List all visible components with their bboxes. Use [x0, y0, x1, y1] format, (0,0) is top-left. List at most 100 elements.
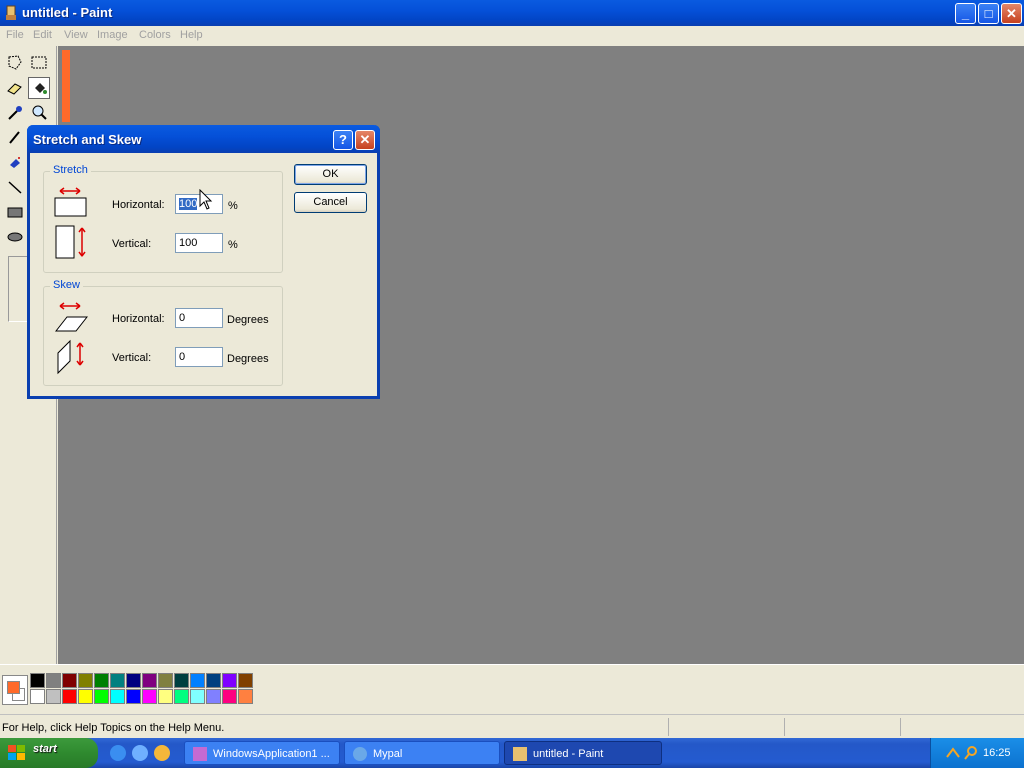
stretch-vertical-input[interactable]: 100: [175, 233, 223, 253]
ellipse-icon[interactable]: [4, 226, 26, 248]
palette-swatch[interactable]: [190, 673, 205, 688]
palette-swatch[interactable]: [142, 689, 157, 704]
palette-swatch[interactable]: [46, 673, 61, 688]
internet-explorer-icon[interactable]: [110, 745, 126, 761]
skew-group: Skew Horizontal: 0 Degrees Vertical: 0 D…: [43, 279, 283, 386]
stretch-legend: Stretch: [50, 164, 91, 176]
palette-swatch[interactable]: [62, 689, 77, 704]
windows-flag-icon: [8, 745, 25, 760]
skew-horizontal-input[interactable]: 0: [175, 308, 223, 328]
title-bar: untitled - Paint _ □ ✕: [0, 0, 1024, 26]
menu-file[interactable]: File: [6, 29, 24, 41]
skew-horizontal-unit: Degrees: [227, 314, 269, 326]
palette-swatch[interactable]: [174, 673, 189, 688]
palette-swatch[interactable]: [62, 673, 77, 688]
menu-colors[interactable]: Colors: [139, 29, 171, 41]
drawing-canvas[interactable]: [62, 50, 70, 122]
palette-swatch[interactable]: [30, 689, 45, 704]
airbrush-icon[interactable]: [4, 151, 26, 173]
rect-select-icon[interactable]: [28, 52, 50, 74]
tray-app-icon[interactable]: [945, 745, 961, 761]
menu-view[interactable]: View: [64, 29, 88, 41]
help-button[interactable]: ?: [333, 130, 353, 150]
palette-swatch[interactable]: [238, 673, 253, 688]
dialog-close-button[interactable]: ✕: [355, 130, 375, 150]
ok-button[interactable]: OK: [294, 164, 367, 185]
palette-swatch[interactable]: [158, 673, 173, 688]
palette-swatch[interactable]: [206, 673, 221, 688]
outlook-express-icon[interactable]: [132, 745, 148, 761]
palette-swatch[interactable]: [126, 689, 141, 704]
fill-bucket-icon[interactable]: [28, 77, 50, 99]
task-label: Mypal: [373, 748, 403, 760]
palette-swatch[interactable]: [110, 673, 125, 688]
stretch-vertical-label: Vertical:: [112, 238, 152, 250]
visual-studio-icon: [193, 747, 207, 761]
palette-swatch[interactable]: [206, 689, 221, 704]
pencil-icon[interactable]: [4, 127, 26, 149]
skew-legend: Skew: [50, 279, 83, 291]
search-icon[interactable]: [963, 745, 979, 761]
stretch-vertical-icon: [55, 225, 86, 259]
mouse-cursor-icon: [199, 189, 213, 210]
palette-swatch[interactable]: [174, 689, 189, 704]
status-text: For Help, click Help Topics on the Help …: [2, 722, 225, 734]
color-picker-icon[interactable]: [4, 102, 26, 124]
stretch-horizontal-icon: [54, 187, 87, 217]
palette-swatch[interactable]: [142, 673, 157, 688]
skew-vertical-icon: [57, 339, 84, 375]
palette-swatch[interactable]: [222, 689, 237, 704]
skew-vertical-unit: Degrees: [227, 353, 269, 365]
eraser-icon[interactable]: [4, 77, 26, 99]
palette-swatch[interactable]: [110, 689, 125, 704]
palette-swatch[interactable]: [222, 673, 237, 688]
media-player-icon[interactable]: [154, 745, 170, 761]
palette-swatch[interactable]: [158, 689, 173, 704]
stretch-vertical-unit: %: [228, 239, 238, 251]
stretch-horizontal-label: Horizontal:: [112, 199, 165, 211]
palette-swatch[interactable]: [46, 689, 61, 704]
skew-horizontal-label: Horizontal:: [112, 313, 165, 325]
menu-image[interactable]: Image: [97, 29, 128, 41]
palette-swatch[interactable]: [94, 689, 109, 704]
free-select-icon[interactable]: [4, 52, 26, 74]
palette-swatch[interactable]: [126, 673, 141, 688]
palette-swatch[interactable]: [190, 689, 205, 704]
taskbar-item-mypal[interactable]: Mypal: [344, 741, 500, 765]
status-divider: [900, 718, 901, 736]
taskbar-item-windowsapplication1[interactable]: WindowsApplication1 ...: [184, 741, 340, 765]
dialog-title: Stretch and Skew: [33, 132, 142, 147]
skew-vertical-input[interactable]: 0: [175, 347, 223, 367]
task-label: WindowsApplication1 ...: [213, 748, 330, 760]
cancel-button[interactable]: Cancel: [294, 192, 367, 213]
start-button[interactable]: start: [0, 738, 98, 768]
palette-swatch[interactable]: [78, 673, 93, 688]
current-colors[interactable]: [2, 675, 28, 705]
menu-bar: File Edit View Image Colors Help: [0, 26, 1024, 46]
palette-swatch[interactable]: [30, 673, 45, 688]
status-divider: [668, 718, 669, 736]
skew-horizontal-icon: [54, 302, 88, 332]
menu-help[interactable]: Help: [180, 29, 203, 41]
status-divider: [784, 718, 785, 736]
taskbar-item-paint[interactable]: untitled - Paint: [504, 741, 662, 765]
close-button[interactable]: ✕: [1001, 3, 1022, 24]
dialog-title-bar: Stretch and Skew ? ✕: [27, 125, 380, 153]
taskbar: start WindowsApplication1 ... Mypal unti…: [0, 738, 1024, 768]
stretch-skew-dialog: Stretch and Skew ? ✕ Stretch Horizontal:…: [27, 125, 380, 399]
rectangle-icon[interactable]: [4, 201, 26, 223]
palette-swatch[interactable]: [94, 673, 109, 688]
maximize-button[interactable]: □: [978, 3, 999, 24]
menu-edit[interactable]: Edit: [33, 29, 52, 41]
browser-icon: [353, 747, 367, 761]
stretch-horizontal-unit: %: [228, 200, 238, 212]
minimize-button[interactable]: _: [955, 3, 976, 24]
line-icon[interactable]: [4, 176, 26, 198]
color-palette: [0, 664, 1024, 714]
palette-swatch[interactable]: [238, 689, 253, 704]
magnifier-icon[interactable]: [28, 102, 50, 124]
status-bar: For Help, click Help Topics on the Help …: [0, 714, 1024, 738]
paint-app-icon: [6, 5, 16, 20]
task-label: untitled - Paint: [533, 748, 604, 760]
palette-swatch[interactable]: [78, 689, 93, 704]
